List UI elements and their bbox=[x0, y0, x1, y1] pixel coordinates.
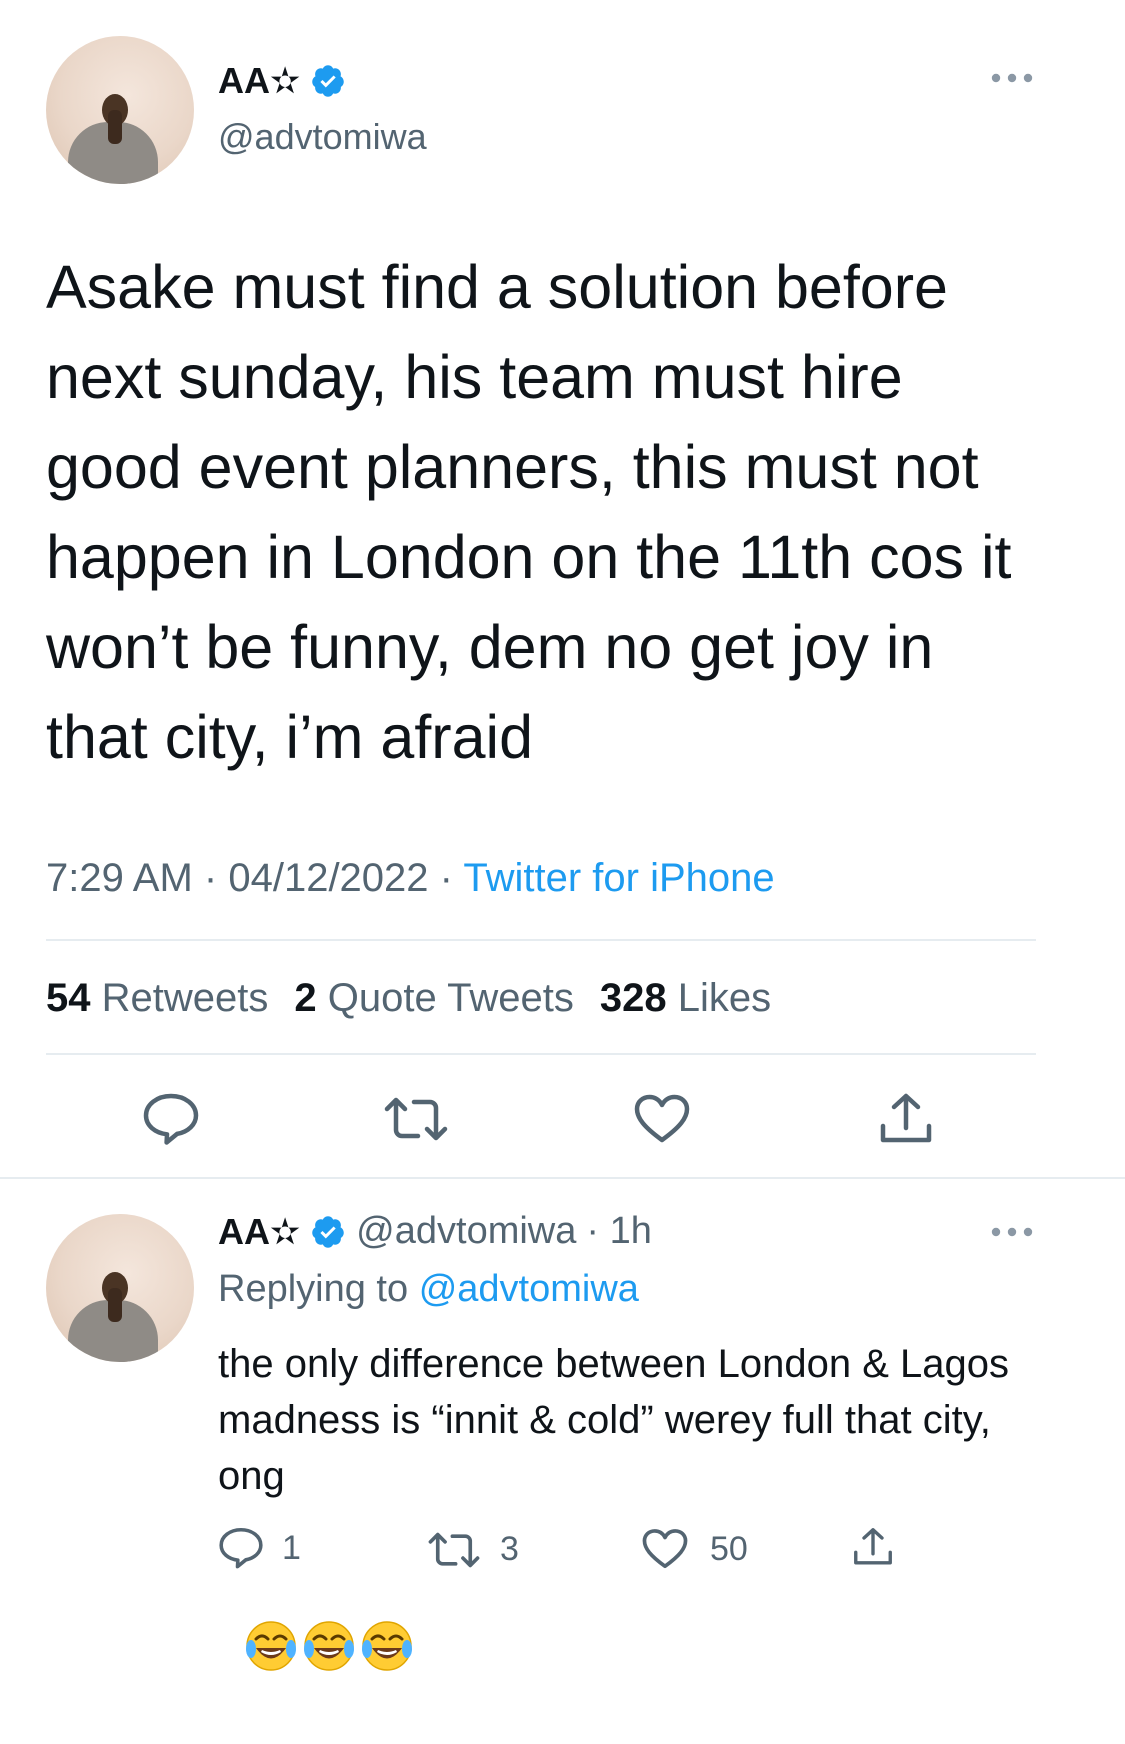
retweet-count: 3 bbox=[500, 1530, 519, 1568]
replying-to-prefix: Replying to bbox=[218, 1268, 409, 1310]
tweet-date: 04/12/2022 bbox=[228, 856, 429, 900]
reply-header: AA✫ @advtomiwa · 1h bbox=[218, 1210, 652, 1253]
meta-separator: · bbox=[203, 856, 218, 900]
divider bbox=[46, 1053, 1036, 1055]
face-with-tears-of-joy-emoji bbox=[302, 1507, 356, 1672]
tweet-time: 7:29 AM bbox=[46, 856, 193, 900]
reply-handle[interactable]: @advtomiwa bbox=[356, 1210, 576, 1253]
quote-tweets-label: Quote Tweets bbox=[327, 976, 574, 1020]
reply-text: the only difference between London & Lag… bbox=[218, 1336, 1038, 1672]
meta-separator: · bbox=[439, 856, 453, 900]
reply-age: · 1h bbox=[586, 1210, 652, 1252]
face-with-tears-of-joy-emoji bbox=[360, 1507, 414, 1672]
retweets-count: 54 bbox=[46, 976, 91, 1020]
like-icon[interactable] bbox=[634, 1094, 690, 1144]
likes-count: 328 bbox=[599, 976, 667, 1020]
reply-reply-action[interactable]: 1 bbox=[218, 1526, 301, 1570]
retweet-icon[interactable] bbox=[384, 1096, 448, 1142]
divider bbox=[0, 1177, 1125, 1179]
reply-icon[interactable] bbox=[218, 1526, 264, 1570]
tweet-meta: 7:29 AM · 04/12/2022 · Twitter for iPhon… bbox=[46, 856, 775, 901]
avatar-person-arm bbox=[108, 1288, 122, 1322]
likes-label: Likes bbox=[677, 976, 772, 1020]
reply-more-options-icon[interactable] bbox=[990, 1222, 1034, 1247]
retweets-stat[interactable]: 54 Retweets bbox=[46, 976, 268, 1021]
retweet-icon[interactable] bbox=[428, 1531, 480, 1569]
tweet-stats: 54 Retweets 2 Quote Tweets 328 Likes bbox=[46, 976, 771, 1021]
avatar[interactable] bbox=[46, 36, 194, 184]
tweet-text: Asake must find a solution before next s… bbox=[46, 253, 1029, 771]
avatar-person-arm bbox=[108, 110, 122, 144]
reply-like-action[interactable]: 50 bbox=[642, 1528, 748, 1570]
display-name[interactable]: AA✫ bbox=[218, 60, 300, 102]
share-icon[interactable] bbox=[852, 1526, 894, 1568]
more-options-icon[interactable] bbox=[990, 68, 1034, 93]
divider bbox=[46, 939, 1036, 941]
share-icon[interactable] bbox=[878, 1092, 934, 1146]
tweet-source-link[interactable]: Twitter for iPhone bbox=[463, 856, 774, 900]
retweets-label: Retweets bbox=[101, 976, 269, 1020]
reply-count: 1 bbox=[282, 1528, 301, 1567]
reply-icon[interactable] bbox=[142, 1092, 200, 1146]
like-icon[interactable] bbox=[642, 1528, 688, 1570]
reply-retweet-action[interactable]: 3 bbox=[428, 1530, 519, 1569]
author-handle[interactable]: @advtomiwa bbox=[218, 116, 427, 158]
author-name-row[interactable]: AA✫ bbox=[218, 60, 346, 102]
verified-badge-icon bbox=[310, 63, 346, 99]
replying-to-handle-link[interactable]: @advtomiwa bbox=[419, 1268, 639, 1310]
like-count: 50 bbox=[710, 1529, 748, 1568]
verified-badge-icon bbox=[310, 1214, 346, 1250]
reply-display-name[interactable]: AA✫ bbox=[218, 1211, 300, 1253]
likes-stat[interactable]: 328 Likes bbox=[600, 976, 771, 1021]
reply-avatar[interactable] bbox=[46, 1214, 194, 1362]
reply-text-body: the only difference between London & Lag… bbox=[218, 1342, 1021, 1498]
replying-to: Replying to @advtomiwa bbox=[218, 1268, 639, 1311]
quote-tweets-stat[interactable]: 2 Quote Tweets bbox=[294, 976, 573, 1021]
quote-tweets-count: 2 bbox=[294, 976, 317, 1020]
